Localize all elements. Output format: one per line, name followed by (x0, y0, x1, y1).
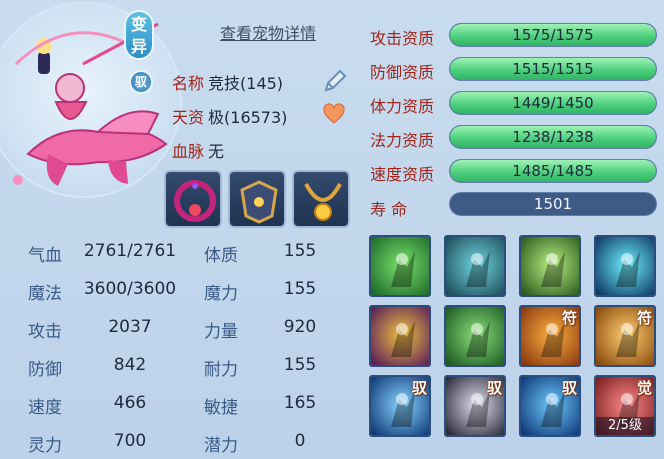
pet-bloodline-value: 无 (208, 142, 225, 161)
attribute-value: 155 (283, 241, 317, 261)
variant-badge: 变异 (124, 10, 154, 60)
attribute-label: 魔力 (204, 284, 238, 304)
skill-slot[interactable]: 驭 (369, 375, 431, 437)
yu-badge: 驭 (129, 70, 153, 94)
skill-badge: 觉 (636, 379, 652, 397)
skill-slot[interactable]: 驭 (444, 375, 506, 437)
attribute-value: 155 (283, 355, 317, 375)
skill-slot[interactable] (369, 305, 431, 367)
attribute-label: 潜力 (204, 436, 238, 456)
skill-icon (446, 237, 504, 295)
skill-icon (371, 307, 429, 365)
attribute-label: 力量 (204, 322, 238, 342)
equipment-slot-collar[interactable] (164, 170, 222, 228)
view-pet-details-link[interactable]: 查看宠物详情 (208, 20, 328, 44)
skill-badge: 驭 (561, 379, 577, 397)
aptitude-label: 法力资质 (370, 131, 435, 150)
pet-talent-value: 极(16573) (208, 108, 288, 127)
aptitude-label: 速度资质 (370, 165, 435, 184)
skill-slot[interactable] (444, 305, 506, 367)
skill-slot[interactable] (594, 235, 656, 297)
armor-icon (240, 180, 278, 224)
aptitude-bar: 1515/1515 (449, 57, 657, 81)
attribute-label: 体质 (204, 246, 238, 266)
skill-badge: 符 (636, 309, 652, 327)
aptitude-label: 攻击资质 (370, 29, 435, 48)
pet-bloodline-label: 血脉 (172, 142, 205, 161)
skill-slot[interactable] (444, 235, 506, 297)
pencil-icon[interactable] (322, 68, 348, 94)
aptitude-bar: 1575/1575 (449, 23, 657, 47)
heart-icon[interactable] (322, 102, 346, 126)
aptitude-bar: 1485/1485 (449, 159, 657, 183)
skill-badge: 符 (561, 309, 577, 327)
pet-bloodline-row: 血脉无 (172, 138, 224, 162)
stat-value: 466 (113, 393, 147, 413)
attribute-label: 耐力 (204, 360, 238, 380)
stat-value: 2761/2761 (83, 241, 177, 261)
stat-label: 灵力 (28, 436, 62, 456)
stat-label: 防御 (28, 360, 62, 380)
attribute-value: 0 (294, 431, 306, 451)
skill-slot[interactable]: 符 (519, 305, 581, 367)
attribute-value: 155 (283, 279, 317, 299)
attribute-label: 敏捷 (204, 398, 238, 418)
attribute-value: 920 (283, 317, 317, 337)
life-value-bar: 1501 (449, 192, 657, 216)
stat-label: 气血 (28, 246, 62, 266)
pet-mount-image (13, 22, 168, 186)
stat-label: 攻击 (28, 322, 62, 342)
aptitude-label: 防御资质 (370, 63, 435, 82)
pet-portrait (0, 2, 182, 198)
skill-icon (446, 307, 504, 365)
stat-label: 魔法 (28, 284, 62, 304)
skill-slot[interactable]: 符 (594, 305, 656, 367)
skill-icon (371, 237, 429, 295)
pet-panel: 变异 驭 查看宠物详情 名称 竞技(145) 天资 极(16573) 血脉无 气… (0, 0, 664, 459)
pet-name-row: 名称 竞技(145) (172, 70, 283, 94)
aptitude-value: 1449/1450 (512, 94, 594, 112)
aptitude-bar: 1238/1238 (449, 125, 657, 149)
attribute-value: 165 (283, 393, 317, 413)
skill-slot[interactable]: 觉 2/5级 (594, 375, 656, 437)
collar-icon (174, 180, 216, 222)
stat-value: 700 (113, 431, 147, 451)
stat-label: 速度 (28, 398, 62, 418)
pet-name-value: 竞技(145) (208, 74, 284, 93)
aptitude-value: 1575/1575 (512, 26, 594, 44)
skill-slot[interactable] (519, 235, 581, 297)
pet-talent-label: 天资 (172, 108, 205, 127)
pet-name-label: 名称 (172, 74, 205, 93)
skill-slot[interactable]: 驭 (519, 375, 581, 437)
aptitude-value: 1485/1485 (512, 162, 594, 180)
skill-badge: 驭 (486, 379, 502, 397)
aptitude-value: 1238/1238 (512, 128, 594, 146)
equipment-slot-necklace[interactable] (292, 170, 350, 228)
skill-badge: 驭 (411, 379, 427, 397)
aptitude-label: 体力资质 (370, 97, 435, 116)
stat-value: 3600/3600 (83, 279, 177, 299)
stat-value: 842 (113, 355, 147, 375)
skill-level: 2/5级 (596, 417, 654, 435)
skill-icon (521, 237, 579, 295)
equipment-slot-armor[interactable] (228, 170, 286, 228)
skill-slot[interactable] (369, 235, 431, 297)
skill-icon (596, 237, 654, 295)
pet-talent-row: 天资 极(16573) (172, 104, 287, 128)
aptitude-bar: 1449/1450 (449, 91, 657, 115)
necklace-icon (304, 183, 342, 221)
life-label: 寿 命 (370, 200, 408, 219)
stat-value: 2037 (108, 317, 152, 337)
aptitude-value: 1515/1515 (512, 60, 594, 78)
